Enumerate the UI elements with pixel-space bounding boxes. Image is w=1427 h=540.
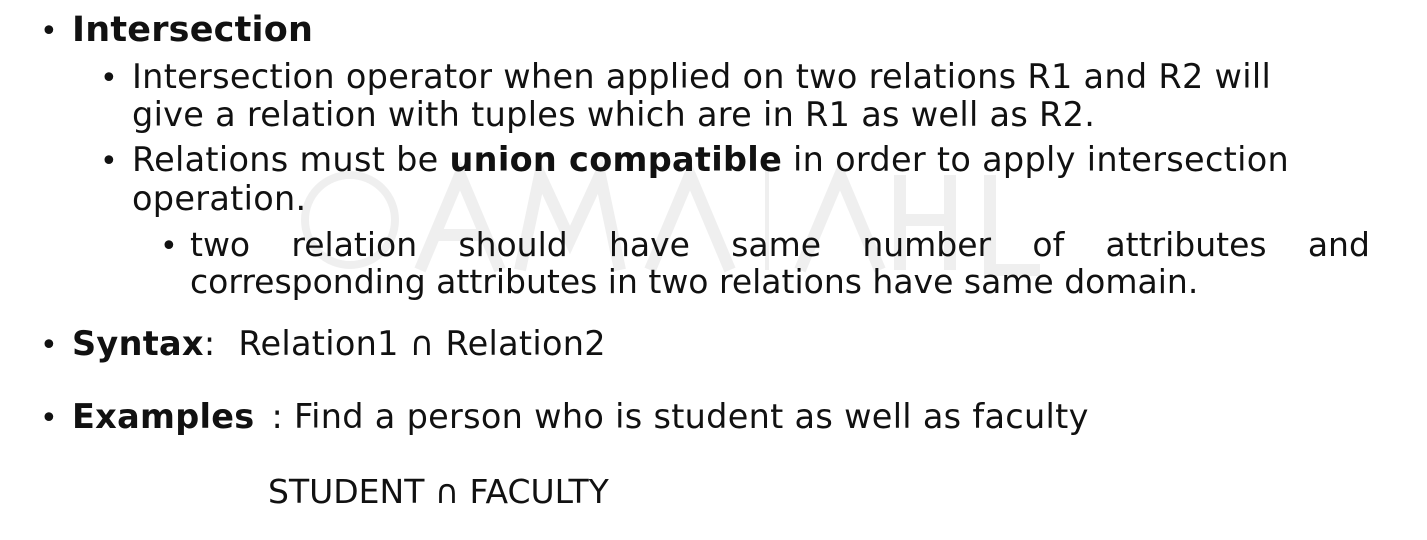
point-2-line-1: Relations must be union compatible in or… bbox=[132, 140, 1289, 179]
bullet-icon: • bbox=[100, 144, 118, 179]
word: should bbox=[458, 225, 568, 264]
bullet-icon: • bbox=[40, 401, 58, 436]
sub-point-line-2: corresponding attributes in two relation… bbox=[190, 262, 1199, 301]
examples-line: Examples : Find a person who is student … bbox=[72, 397, 1089, 436]
syntax-label: Syntax bbox=[72, 324, 204, 363]
word: relation bbox=[291, 225, 418, 264]
syntax-colon: : bbox=[203, 324, 216, 363]
point-2-post: in order to apply intersection bbox=[782, 140, 1290, 179]
example-expression: STUDENT ∩ FACULTY bbox=[268, 472, 609, 511]
bullet-icon: • bbox=[160, 229, 178, 264]
point-2-bold: union compatible bbox=[449, 140, 783, 179]
bullet-icon: • bbox=[40, 328, 58, 363]
word: same bbox=[731, 225, 822, 264]
point-2-line-2: operation. bbox=[132, 179, 307, 218]
point-1-line-1: Intersection operator when applied on tw… bbox=[132, 57, 1272, 96]
word: number bbox=[862, 225, 992, 264]
syntax-line: Syntax: Relation1 ∩ Relation2 bbox=[72, 324, 606, 363]
word: two bbox=[190, 225, 251, 264]
bullet-icon: • bbox=[40, 14, 58, 49]
point-1-line-2: give a relation with tuples which are in… bbox=[132, 95, 1096, 134]
examples-text: : Find a person who is student as well a… bbox=[260, 397, 1089, 436]
examples-label: Examples bbox=[72, 397, 255, 436]
slide: • Intersection • Intersection operator w… bbox=[0, 0, 1427, 540]
point-2-pre: Relations must be bbox=[132, 140, 450, 179]
section-heading: Intersection bbox=[72, 10, 314, 50]
word: of bbox=[1032, 225, 1065, 264]
syntax-expression: Relation1 ∩ Relation2 bbox=[238, 324, 606, 363]
word: attributes bbox=[1105, 225, 1267, 264]
sub-point-line-1: two relation should have same number of … bbox=[190, 225, 1370, 264]
bullet-icon: • bbox=[100, 61, 118, 96]
word: have bbox=[608, 225, 690, 264]
word: and bbox=[1307, 225, 1370, 264]
